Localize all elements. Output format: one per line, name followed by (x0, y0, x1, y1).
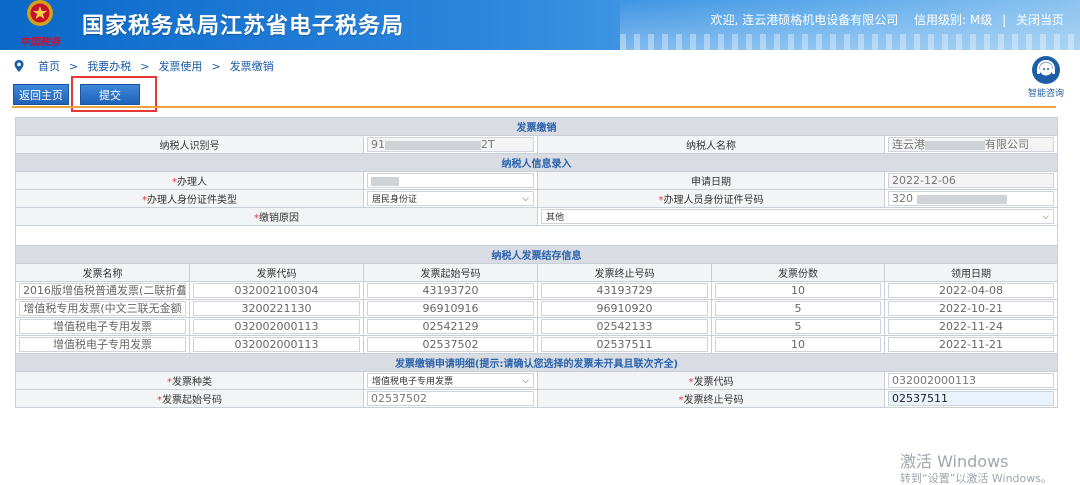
cell-invoice-name: 2016版增值税普通发票(二联折叠 (19, 283, 186, 298)
site-title: 国家税务总局江苏省电子税务局 (82, 14, 405, 39)
windows-watermark-title: 激活 Windows (900, 452, 1009, 471)
cell-date: 2022-04-08 (888, 283, 1055, 298)
user-info: 欢迎, 连云港硕格机电设备有限公司 信用级别: M级 | 关闭当页 (711, 11, 1064, 28)
toolbar-divider (12, 106, 1056, 108)
section-title-stock-info: 纳税人发票结存信息 (14, 245, 1059, 264)
cell-invoice-name: 增值税电子专用发票 (19, 319, 186, 334)
cell-end-number: 02542133 (541, 319, 708, 334)
column-header: 发票终止号码 (537, 263, 712, 282)
cell-end-number: 43193729 (541, 283, 708, 298)
start-number-label: 发票起始号码 (162, 395, 222, 406)
cell-invoice-name: 增值税电子专用发票 (19, 337, 186, 352)
cell-invoice-code: 032002000113 (193, 319, 360, 334)
column-header: 发票名称 (15, 263, 190, 282)
table-row: 增值税专用发票(中文三联无金额 3200221130 96910916 9691… (15, 299, 1059, 318)
id-number-input[interactable]: 320 (888, 191, 1055, 206)
breadcrumb-tax-service[interactable]: 我要办税 (87, 58, 131, 74)
credit-label: 信用级别: (914, 13, 967, 27)
start-number-input[interactable]: 02537502 (367, 391, 534, 406)
invoice-code-label: 发票代码 (693, 377, 734, 388)
cell-invoice-code: 3200221130 (193, 301, 360, 316)
invoice-type-select[interactable]: 增值税电子专用发票 ⌵ (367, 373, 534, 388)
cancel-reason-label: 缴销原因 (259, 213, 299, 224)
emblem-text: 中国税务 (20, 37, 60, 48)
breadcrumb-invoice-cancel: 发票缴销 (229, 60, 274, 73)
chevron-down-icon: ⌵ (522, 193, 529, 204)
smart-consult-label: 智能咨询 (1027, 89, 1064, 99)
section-title-cancel-detail: 发票缴销申请明细(提示:请确认您选择的发票未开具且联次齐全) (14, 353, 1059, 372)
invoice-cancel-form: 发票缴销 纳税人识别号 91 2T 纳税人名称 连云港 有限公司 纳税人信息录入 *… (14, 117, 1059, 408)
agent-name-input[interactable] (367, 173, 534, 188)
id-type-select[interactable]: 居民身份证 ⌵ (367, 191, 534, 206)
taxpayer-id-label: 纳税人识别号 (15, 135, 364, 154)
chevron-down-icon: ⌵ (522, 375, 529, 386)
column-header: 发票起始号码 (363, 263, 538, 282)
cell-invoice-name: 增值税专用发票(中文三联无金额 (19, 301, 186, 316)
cell-date: 2022-11-24 (888, 319, 1055, 334)
cell-invoice-code: 032002100304 (193, 283, 360, 298)
header-separator: | (1002, 13, 1007, 27)
taxpayer-name-field: 连云港 有限公司 (888, 137, 1055, 152)
id-type-label: 办理人身份证件类型 (147, 195, 237, 206)
blank-row (14, 225, 1059, 246)
section-title-taxpayer-info: 纳税人信息录入 (14, 153, 1059, 172)
id-number-label: 办理人员身份证件号码 (663, 195, 764, 206)
cell-date: 2022-10-21 (888, 301, 1055, 316)
cell-end-number: 02537511 (541, 337, 708, 352)
cell-start-number: 96910916 (367, 301, 534, 316)
cell-count: 10 (715, 283, 881, 298)
breadcrumb: 首页 > 我要办税 > 发票使用 > 发票缴销 (12, 58, 274, 74)
tax-emblem-icon (27, 0, 53, 26)
table-row: 2016版增值税普通发票(二联折叠 032002100304 43193720 … (15, 281, 1059, 300)
cell-date: 2022-11-21 (888, 337, 1055, 352)
cell-count: 5 (715, 301, 881, 316)
end-number-label: 发票终止号码 (683, 395, 744, 406)
breadcrumb-invoice-use[interactable]: 发票使用 (158, 58, 202, 74)
table-row: 增值税电子专用发票 032002000113 02542129 02542133… (15, 317, 1059, 336)
breadcrumb-home[interactable]: 首页 (38, 58, 60, 74)
great-wall-decoration (620, 34, 1080, 50)
cancel-reason-select[interactable]: 其他 ⌵ (541, 209, 1055, 224)
location-pin-icon (14, 60, 24, 72)
customer-service-icon (1032, 56, 1060, 84)
agent-label: 办理人 (177, 177, 207, 188)
section-title-cancel: 发票缴销 (14, 117, 1059, 136)
cell-invoice-code: 032002000113 (193, 337, 360, 352)
credit-value: M级 (969, 13, 993, 27)
column-header: 领用日期 (883, 263, 1059, 282)
taxpayer-id-field: 91 2T (367, 137, 534, 152)
breadcrumb-separator: > (211, 59, 221, 73)
end-number-input[interactable]: 02537511 (888, 391, 1055, 406)
company-name: 连云港硕格机电设备有限公司 (742, 13, 899, 27)
cell-start-number: 02537502 (367, 337, 534, 352)
cell-count: 5 (715, 319, 881, 334)
breadcrumb-separator: > (140, 59, 150, 73)
cell-start-number: 02542129 (367, 319, 534, 334)
cell-end-number: 96910920 (541, 301, 708, 316)
column-header: 发票代码 (189, 263, 364, 282)
taxpayer-name-label: 纳税人名称 (537, 135, 885, 154)
cell-start-number: 43193720 (367, 283, 534, 298)
invoice-code-input[interactable]: 032002000113 (888, 373, 1055, 388)
invoice-type-label: 发票种类 (172, 377, 212, 388)
apply-date-field: 2022-12-06 (888, 173, 1055, 188)
column-header: 发票份数 (711, 263, 885, 282)
back-home-button[interactable]: 返回主页 (13, 84, 69, 105)
site-header: 中国税务 国家税务总局江苏省电子税务局 欢迎, 连云港硕格机电设备有限公司 信用… (0, 0, 1080, 50)
breadcrumb-separator: > (69, 59, 79, 73)
table-row: 增值税电子专用发票 032002000113 02537502 02537511… (15, 335, 1059, 354)
welcome-text: 欢迎, (710, 13, 739, 27)
smart-consult-button[interactable]: 智能咨询 (1026, 56, 1066, 100)
cell-count: 10 (715, 337, 881, 352)
close-page-link[interactable]: 关闭当页 (1016, 13, 1064, 27)
windows-watermark-subtitle: 转到“设置”以激活 Windows。 (900, 472, 1052, 485)
chevron-down-icon: ⌵ (1042, 211, 1050, 222)
apply-date-label: 申请日期 (537, 171, 885, 190)
